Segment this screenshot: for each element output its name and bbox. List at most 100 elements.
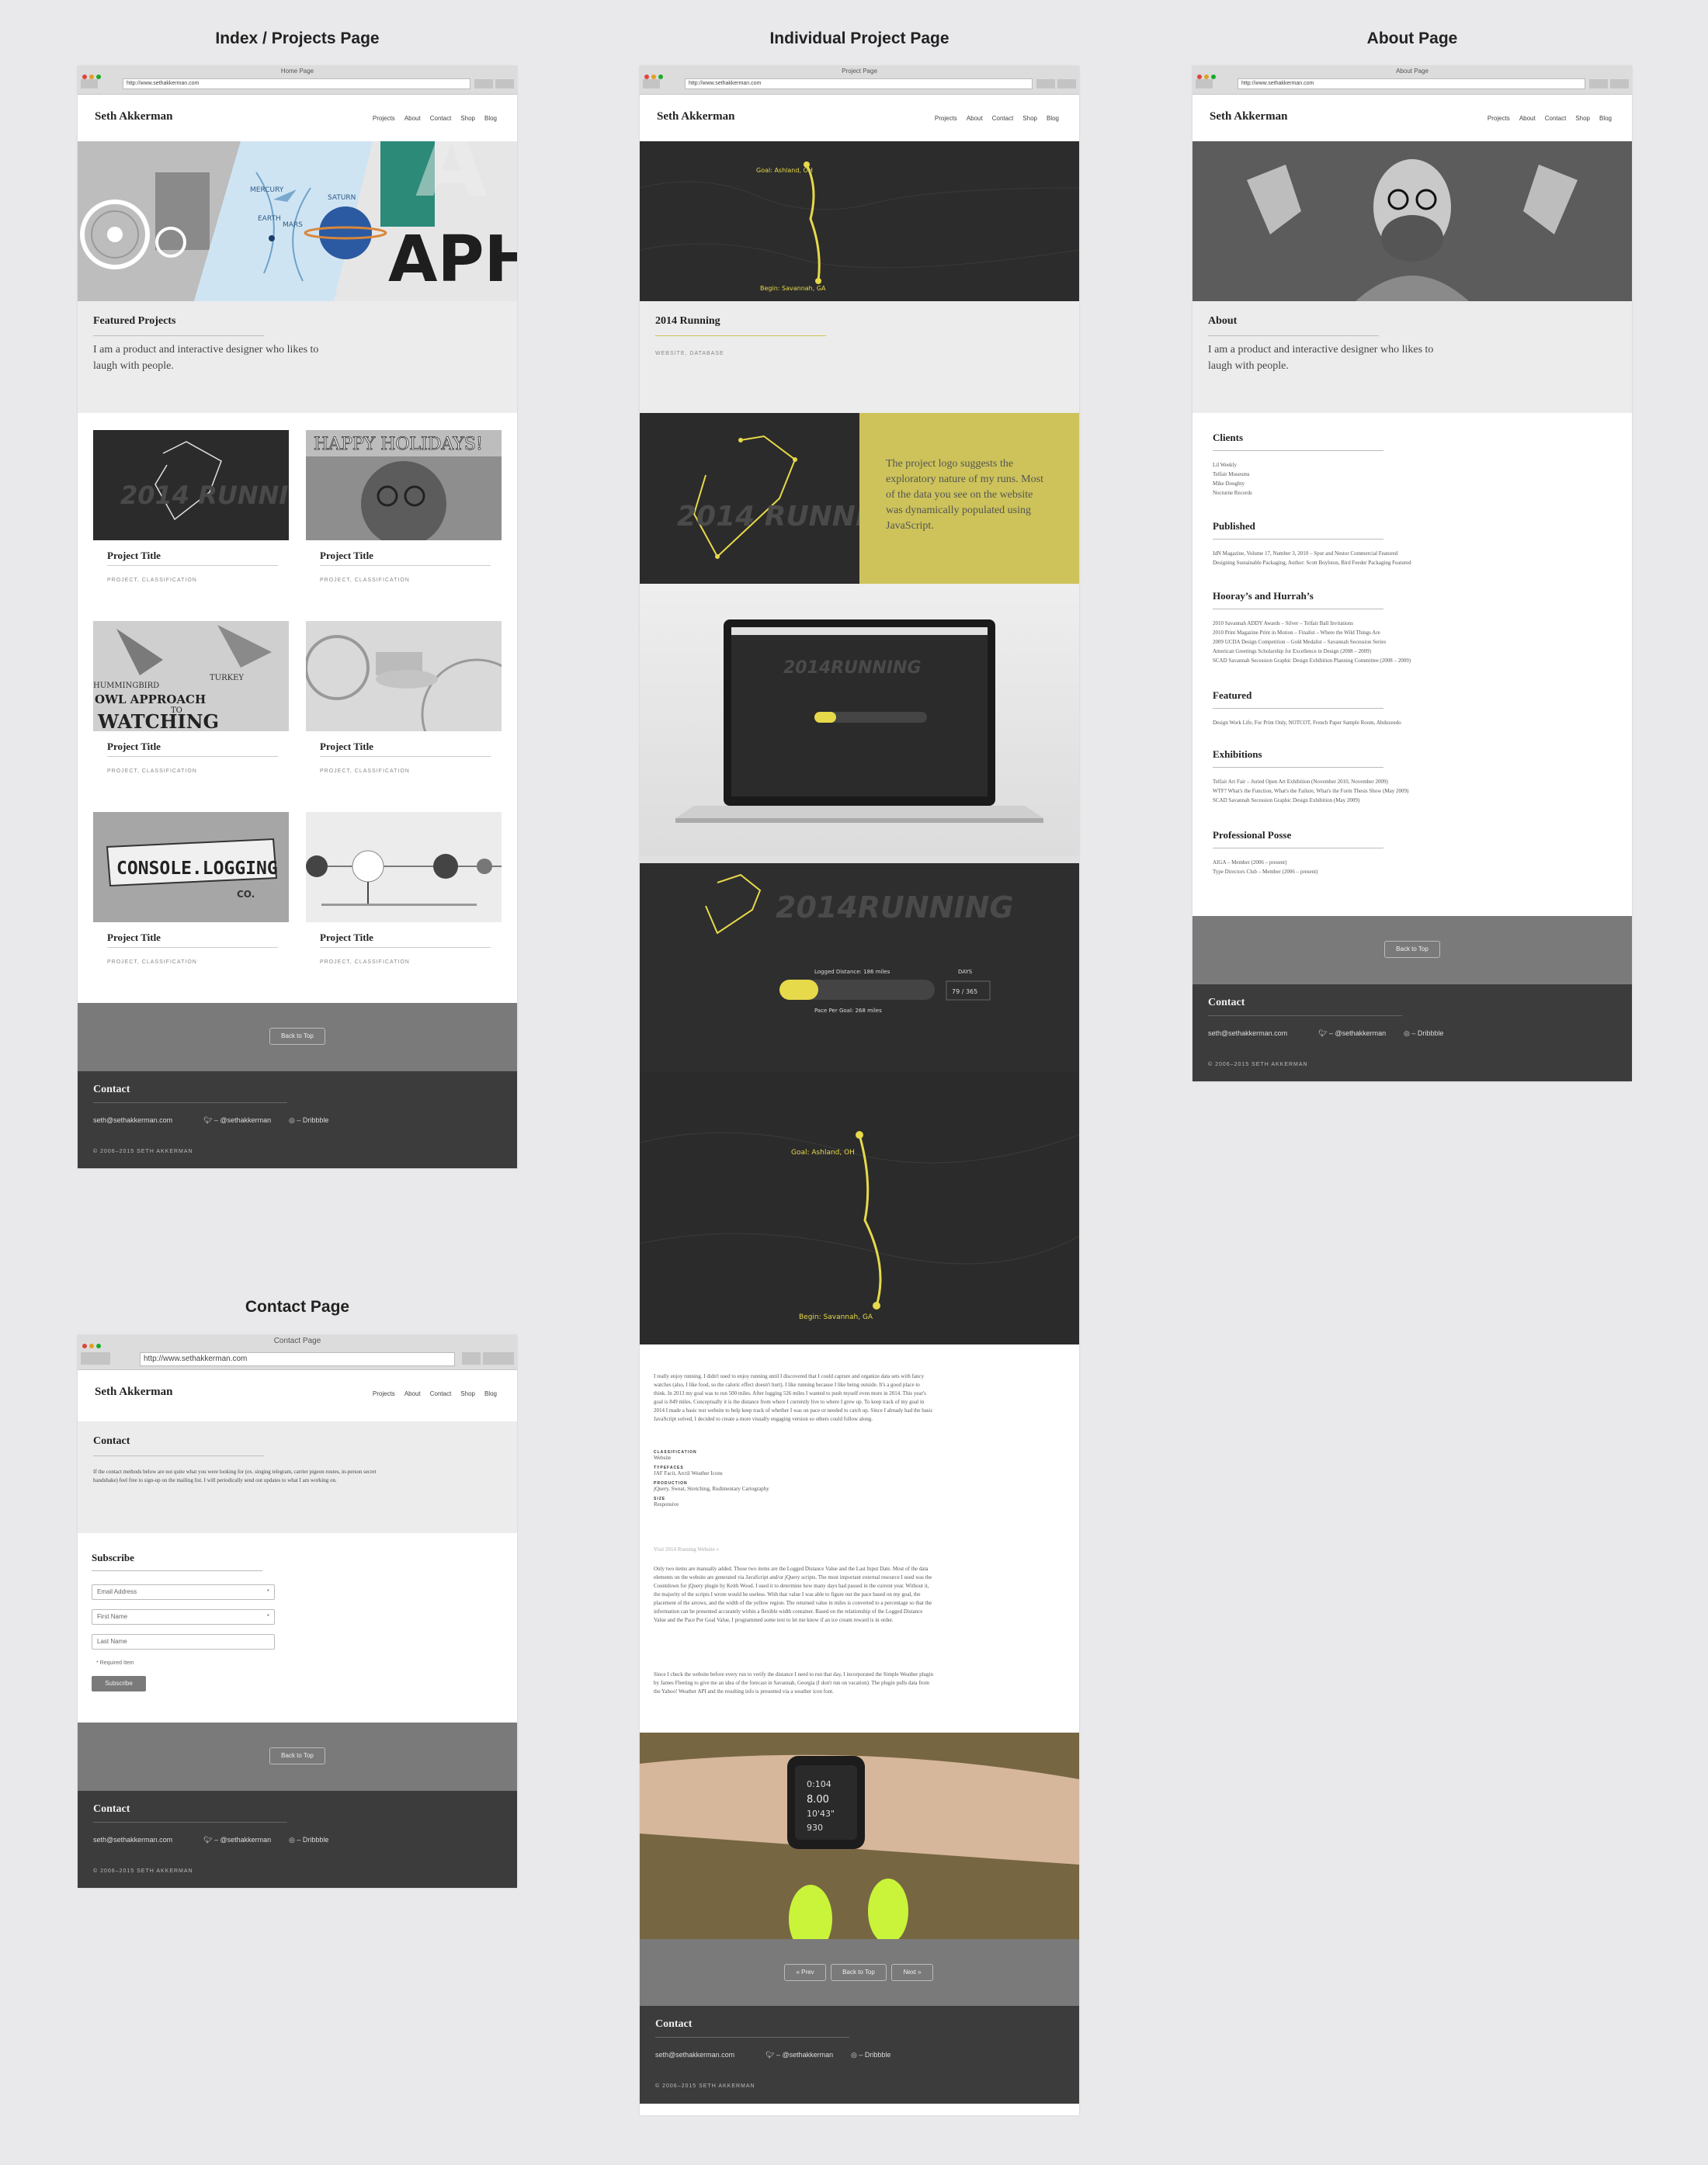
footer-email[interactable]: seth@sethakkerman.com (93, 1836, 172, 1844)
project-card[interactable]: Project Title PROJECT, CLASSIFICATION (306, 621, 502, 774)
project-title[interactable]: Project Title (107, 741, 161, 753)
project-classification: PROJECT, CLASSIFICATION (320, 578, 410, 583)
footer-email[interactable]: seth@sethakkerman.com (655, 2051, 734, 2059)
email-field[interactable]: Email Address * (92, 1584, 275, 1600)
nav-projects[interactable]: Projects (935, 115, 957, 122)
project-card[interactable]: Project Title PROJECT, CLASSIFICATION (306, 812, 502, 965)
section-heading: Published (1213, 520, 1255, 532)
footer-twitter[interactable]: 🐦︎ – @sethakkerman (203, 1116, 271, 1125)
address-bar[interactable]: http://www.sethakkerman.com (1238, 78, 1585, 89)
footer-email[interactable]: seth@sethakkerman.com (1208, 1029, 1287, 1037)
browser-button[interactable] (474, 79, 493, 88)
required-note: * Required Item (96, 1660, 134, 1666)
footer-dribbble[interactable]: ◎ – Dribbble (289, 1116, 328, 1125)
back-nav-icon[interactable] (81, 79, 98, 88)
nav-shop[interactable]: Shop (1022, 115, 1037, 122)
footer-twitter[interactable]: 🐦︎ – @sethakkerman (1318, 1029, 1386, 1038)
footer-email[interactable]: seth@sethakkerman.com (93, 1116, 172, 1124)
nav-about[interactable]: About (967, 115, 983, 122)
footer-copyright: © 2006–2015 SETH AKKERMAN (1208, 1062, 1308, 1067)
back-to-top-button[interactable]: Back to Top (831, 1964, 887, 1981)
nav-about[interactable]: About (1519, 115, 1536, 122)
nav-shop[interactable]: Shop (460, 115, 475, 122)
footer-twitter[interactable]: 🐦︎ – @sethakkerman (203, 1836, 271, 1844)
project-card[interactable]: 2014 RUNNING Project Title PROJECT, CLAS… (93, 430, 289, 583)
nav-blog[interactable]: Blog (484, 1390, 497, 1397)
project-thumbnail[interactable] (306, 812, 502, 922)
nav-about[interactable]: About (404, 115, 421, 122)
browser-button[interactable] (483, 1352, 514, 1365)
subscribe-heading: Subscribe (92, 1552, 134, 1563)
browser-button[interactable] (1589, 79, 1608, 88)
browser-button[interactable] (1057, 79, 1076, 88)
project-title[interactable]: Project Title (107, 550, 161, 562)
back-to-top-bar: Back to Top (1192, 916, 1632, 984)
hero-big-text: APHY (388, 223, 517, 297)
thumb-text: WATCHING (97, 710, 219, 731)
last-name-field[interactable]: Last Name (92, 1634, 275, 1650)
back-nav-icon[interactable] (643, 79, 660, 88)
nav-blog[interactable]: Blog (1047, 115, 1059, 122)
back-nav-icon[interactable] (1196, 79, 1213, 88)
prev-button[interactable]: « Prev (784, 1964, 826, 1981)
project-mockup: Project Page http://www.sethakkerman.com… (640, 66, 1079, 2115)
footer-dribbble[interactable]: ◎ – Dribbble (851, 2051, 890, 2059)
subscribe-button[interactable]: Subscribe (92, 1676, 146, 1691)
nav-contact[interactable]: Contact (430, 115, 452, 122)
site-brand[interactable]: Seth Akkerman (95, 110, 172, 123)
address-bar[interactable]: http://www.sethakkerman.com (685, 78, 1033, 89)
project-thumbnail[interactable]: HUMMINGBIRD TURKEY OWL APPROACH TO WATCH… (93, 621, 289, 731)
about-intro: About I am a product and interactive des… (1192, 301, 1632, 413)
contact-text: If the contact methods below are not qui… (93, 1469, 377, 1483)
back-to-top-button[interactable]: Back to Top (269, 1028, 325, 1045)
project-title[interactable]: Project Title (320, 932, 373, 944)
project-card[interactable]: HUMMINGBIRD TURKEY OWL APPROACH TO WATCH… (93, 621, 289, 774)
site-brand[interactable]: Seth Akkerman (1210, 110, 1287, 123)
project-title[interactable]: Project Title (320, 550, 373, 562)
nav-projects[interactable]: Projects (1488, 115, 1510, 122)
browser-button[interactable] (1610, 79, 1629, 88)
site-brand[interactable]: Seth Akkerman (95, 1386, 172, 1399)
next-button[interactable]: Next » (891, 1964, 933, 1981)
nav-blog[interactable]: Blog (1599, 115, 1612, 122)
back-to-top-button[interactable]: Back to Top (1384, 941, 1440, 958)
site-brand[interactable]: Seth Akkerman (657, 110, 734, 123)
project-thumbnail[interactable] (306, 621, 502, 731)
project-card[interactable]: CONSOLE.LOGGING CO. Project Title PROJEC… (93, 812, 289, 965)
nav-shop[interactable]: Shop (460, 1390, 475, 1397)
back-nav-icon[interactable] (81, 1352, 110, 1365)
nav-projects[interactable]: Projects (373, 1390, 395, 1397)
project-thumbnail[interactable]: HAPPY HOLIDAYS! (306, 430, 502, 540)
nav-about[interactable]: About (404, 1390, 421, 1397)
nav-contact[interactable]: Contact (1545, 115, 1567, 122)
nav-contact[interactable]: Contact (430, 1390, 452, 1397)
site-header: Seth Akkerman Projects About Contact Shop Bl… (1192, 95, 1632, 141)
address-bar[interactable]: http://www.sethakkerman.com (123, 78, 470, 89)
address-bar[interactable]: http://www.sethakkerman.com (140, 1352, 455, 1366)
running-logo-thumb: 2014 RUNNING (120, 441, 289, 521)
days-label: DAYS (958, 969, 973, 975)
project-title[interactable]: Project Title (107, 932, 161, 944)
nav-contact[interactable]: Contact (992, 115, 1014, 122)
project-thumbnail[interactable]: 2014 RUNNING (93, 430, 289, 540)
footer-dribbble[interactable]: ◎ – Dribbble (289, 1836, 328, 1844)
nav-blog[interactable]: Blog (484, 115, 497, 122)
nav-projects[interactable]: Projects (373, 115, 395, 122)
section-heading: Hooray’s and Hurrah’s (1213, 590, 1314, 602)
project-thumbnail[interactable]: CONSOLE.LOGGING CO. (93, 812, 289, 922)
about-details: Clients Lil Weekly Telfair Museums Mike Do… (1192, 413, 1632, 916)
browser-button[interactable] (1036, 79, 1055, 88)
project-intro: 2014 Running WEBSITE, DATABASE (640, 301, 1079, 413)
footer-twitter[interactable]: 🐦︎ – @sethakkerman (765, 2051, 833, 2059)
visit-website-link[interactable]: Visit 2014 Running Website » (654, 1546, 719, 1553)
browser-button[interactable] (495, 79, 514, 88)
browser-button[interactable] (462, 1352, 481, 1365)
project-card[interactable]: HAPPY HOLIDAYS! Project Title PROJECT, C… (306, 430, 502, 583)
logo-panel: 2014 RUNNING The project logo suggests t… (640, 413, 1079, 584)
footer-dribbble[interactable]: ◎ – Dribbble (1404, 1029, 1443, 1038)
nav-shop[interactable]: Shop (1575, 115, 1590, 122)
back-to-top-button[interactable]: Back to Top (269, 1747, 325, 1764)
project-title[interactable]: Project Title (320, 741, 373, 753)
first-name-field[interactable]: First Name * (92, 1609, 275, 1625)
dribbble-icon: ◎ (1404, 1029, 1412, 1037)
